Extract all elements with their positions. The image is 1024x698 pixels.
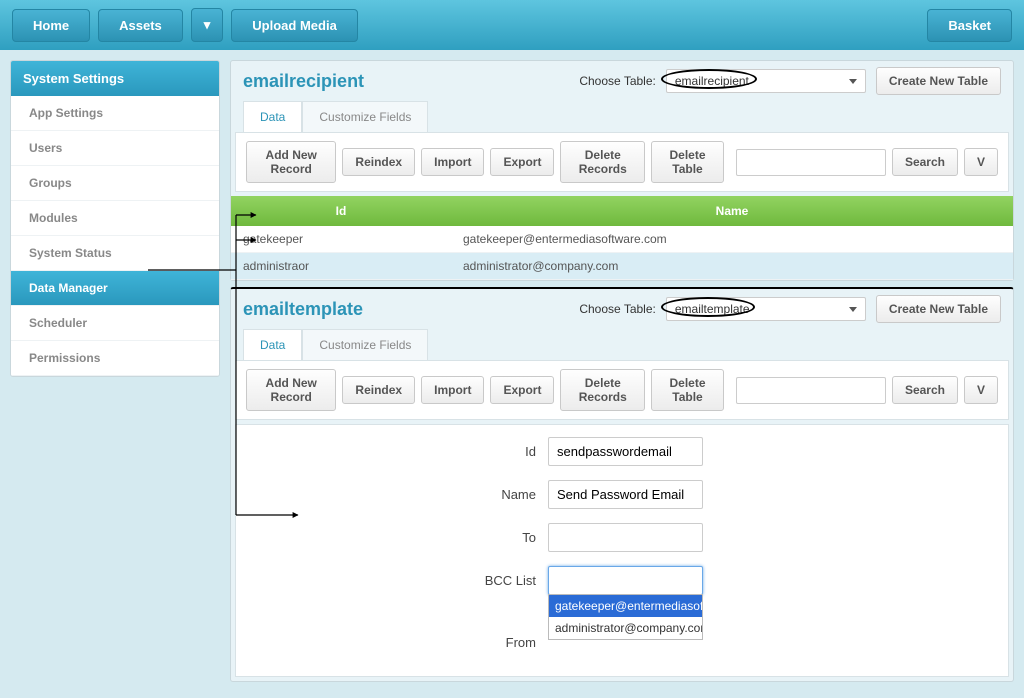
label-id: Id (256, 444, 536, 459)
table-header: Id Name (231, 196, 1013, 226)
toolbar: Add New Record Reindex Import Export Del… (235, 360, 1009, 420)
tab-customize-fields[interactable]: Customize Fields (302, 329, 428, 360)
panel-title: emailtemplate (243, 299, 363, 320)
cell-name: gatekeeper@entermediasoftware.com (451, 226, 1013, 252)
column-id: Id (231, 196, 451, 226)
export-button[interactable]: Export (490, 376, 554, 404)
basket-button[interactable]: Basket (927, 9, 1012, 42)
delete-records-button[interactable]: Delete Records (560, 369, 645, 411)
choose-table-value: emailrecipient (675, 74, 749, 88)
record-form: Id Name To BCC List gatekeeper@e (235, 424, 1009, 677)
import-button[interactable]: Import (421, 376, 484, 404)
label-name: Name (256, 487, 536, 502)
chevron-down-icon (849, 307, 857, 312)
input-to[interactable] (548, 523, 703, 552)
sidebar-item-scheduler[interactable]: Scheduler (11, 306, 219, 341)
delete-table-button[interactable]: Delete Table (651, 369, 724, 411)
sidebar: System Settings App Settings Users Group… (10, 60, 220, 377)
label-to: To (256, 530, 536, 545)
tab-data[interactable]: Data (243, 329, 302, 360)
export-button[interactable]: Export (490, 148, 554, 176)
table-row[interactable]: administraor administrator@company.com (231, 253, 1013, 280)
search-input[interactable] (736, 377, 886, 404)
v-button[interactable]: V (964, 148, 998, 176)
sidebar-item-data-manager[interactable]: Data Manager (11, 271, 219, 306)
choose-table-select[interactable]: emailrecipient (666, 69, 866, 93)
choose-table-value: emailtemplate (675, 302, 750, 316)
assets-dropdown-toggle[interactable]: ▾ (191, 8, 224, 42)
sidebar-item-app-settings[interactable]: App Settings (11, 96, 219, 131)
reindex-button[interactable]: Reindex (342, 148, 415, 176)
top-navbar: Home Assets ▾ Upload Media Basket (0, 0, 1024, 50)
input-id[interactable] (548, 437, 703, 466)
label-from: From (256, 635, 536, 650)
input-bcc-list[interactable] (548, 566, 703, 595)
search-button[interactable]: Search (892, 148, 958, 176)
import-button[interactable]: Import (421, 148, 484, 176)
search-input[interactable] (736, 149, 886, 176)
toolbar: Add New Record Reindex Import Export Del… (235, 132, 1009, 192)
create-new-table-button[interactable]: Create New Table (876, 295, 1001, 323)
panel-emailtemplate: emailtemplate Choose Table: emailtemplat… (230, 287, 1014, 682)
cell-name: administrator@company.com (451, 253, 1013, 279)
sidebar-item-modules[interactable]: Modules (11, 201, 219, 236)
create-new-table-button[interactable]: Create New Table (876, 67, 1001, 95)
sidebar-item-permissions[interactable]: Permissions (11, 341, 219, 376)
column-name: Name (451, 196, 1013, 226)
sidebar-item-users[interactable]: Users (11, 131, 219, 166)
sidebar-item-groups[interactable]: Groups (11, 166, 219, 201)
sidebar-header: System Settings (11, 61, 219, 96)
reindex-button[interactable]: Reindex (342, 376, 415, 404)
sidebar-item-system-status[interactable]: System Status (11, 236, 219, 271)
cell-id: administraor (231, 253, 451, 279)
home-button[interactable]: Home (12, 9, 90, 42)
autocomplete-item[interactable]: gatekeeper@entermediasoft (549, 595, 702, 617)
choose-table-select[interactable]: emailtemplate (666, 297, 866, 321)
panel-emailrecipient: emailrecipient Choose Table: emailrecipi… (230, 60, 1014, 281)
delete-records-button[interactable]: Delete Records (560, 141, 645, 183)
tab-customize-fields[interactable]: Customize Fields (302, 101, 428, 132)
panel-title: emailrecipient (243, 71, 364, 92)
table-row[interactable]: gatekeeper gatekeeper@entermediasoftware… (231, 226, 1013, 253)
add-new-record-button[interactable]: Add New Record (246, 141, 336, 183)
chevron-down-icon (849, 79, 857, 84)
add-new-record-button[interactable]: Add New Record (246, 369, 336, 411)
tab-data[interactable]: Data (243, 101, 302, 132)
choose-table-label: Choose Table: (579, 74, 656, 88)
bcc-autocomplete-list: gatekeeper@entermediasoft administrator@… (548, 594, 703, 640)
choose-table-label: Choose Table: (579, 302, 656, 316)
autocomplete-item[interactable]: administrator@company.com (549, 617, 702, 639)
search-button[interactable]: Search (892, 376, 958, 404)
input-name[interactable] (548, 480, 703, 509)
upload-media-button[interactable]: Upload Media (231, 9, 358, 42)
assets-button[interactable]: Assets (98, 9, 183, 42)
cell-id: gatekeeper (231, 226, 451, 252)
delete-table-button[interactable]: Delete Table (651, 141, 724, 183)
v-button[interactable]: V (964, 376, 998, 404)
